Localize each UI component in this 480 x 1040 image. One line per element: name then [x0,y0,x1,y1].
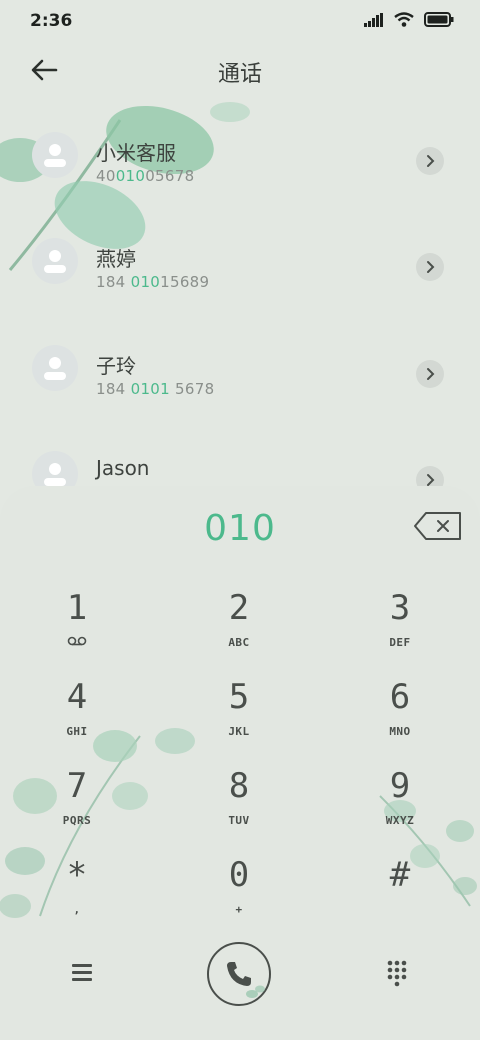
key-5[interactable]: 5 JKL [184,675,294,755]
contact-name: Jason [96,456,150,480]
person-icon [44,250,66,273]
key-6[interactable]: 6 MNO [345,675,455,755]
dialed-number: 010 [204,508,276,549]
delete-button[interactable] [412,510,464,542]
key-digit: 8 [228,766,250,806]
battery-icon [424,12,454,27]
key-letters: MNO [389,725,411,738]
key-2[interactable]: 2 ABC [184,586,294,666]
key-digit: 7 [66,766,88,806]
key-hash[interactable]: # [345,853,455,933]
contact-name: 小米客服 [96,141,176,165]
keypad-icon [387,960,407,987]
key-digit: 6 [389,677,411,717]
wifi-icon [394,12,414,27]
status-bar: 2:36 [0,0,480,40]
key-digit: * [66,855,88,895]
key-digit: 4 [66,677,88,717]
key-7[interactable]: 7 PQRS [22,764,132,844]
key-digit: 0 [228,855,250,895]
menu-button[interactable] [66,958,98,988]
contact-number: 184 01015689 [96,273,210,291]
call-button[interactable] [207,942,271,1006]
key-digit: 2 [228,588,250,628]
key-1[interactable]: 1 [22,586,132,666]
contact-row[interactable]: 燕婷 184 01015689 [0,210,480,316]
contact-detail-button[interactable] [416,360,444,388]
contact-detail-button[interactable] [416,253,444,281]
key-star[interactable]: * , [22,853,132,933]
backspace-icon [414,512,461,540]
contact-row[interactable]: 子玲 184 0101 5678 [0,317,480,423]
contact-number: 184 0101 5678 [96,380,215,398]
key-digit: 5 [228,677,250,717]
key-3[interactable]: 3 DEF [345,586,455,666]
contact-detail-button[interactable] [416,147,444,175]
key-letters: WXYZ [385,814,415,827]
signal-icon [364,12,383,27]
status-time: 2:36 [30,11,73,31]
contact-name: 子玲 [96,354,136,378]
key-digit: # [389,855,411,895]
avatar [32,238,78,284]
key-letters: ABC [228,636,250,649]
contact-name: 燕婷 [96,247,136,271]
person-icon [44,357,66,380]
key-letters: + [235,903,243,916]
menu-icon [72,964,92,981]
contact-row[interactable]: 小米客服 4001005678 [0,104,480,210]
chevron-right-icon [427,155,435,167]
status-icons [364,12,454,27]
key-letters: GHI [66,725,88,738]
key-letters: JKL [228,725,250,738]
key-digit: 1 [66,588,88,628]
person-icon [44,144,66,167]
key-digit: 3 [389,588,411,628]
avatar [32,345,78,391]
avatar [32,132,78,178]
contact-number: 4001005678 [96,167,195,185]
key-digit: 9 [389,766,411,806]
header: 通话 [0,44,480,96]
key-8[interactable]: 8 TUV [184,764,294,844]
keypad-toggle-button[interactable] [382,958,412,988]
key-4[interactable]: 4 GHI [22,675,132,755]
key-letters: PQRS [62,814,92,827]
key-letters: TUV [228,814,250,827]
page-title: 通话 [217,62,262,87]
key-letters: DEF [389,636,411,649]
key-letters: , [73,903,81,916]
leaf-accent-icon [246,985,265,998]
chevron-right-icon [427,261,435,273]
chevron-right-icon [427,368,435,380]
key-0[interactable]: 0 + [184,853,294,933]
dialpad-panel: 010 1 2 ABC 3 DEF 4 GHI 5 JKL 6 MNO 7 PQ… [0,486,480,1040]
key-9[interactable]: 9 WXYZ [345,764,455,844]
voicemail-icon [67,636,87,646]
